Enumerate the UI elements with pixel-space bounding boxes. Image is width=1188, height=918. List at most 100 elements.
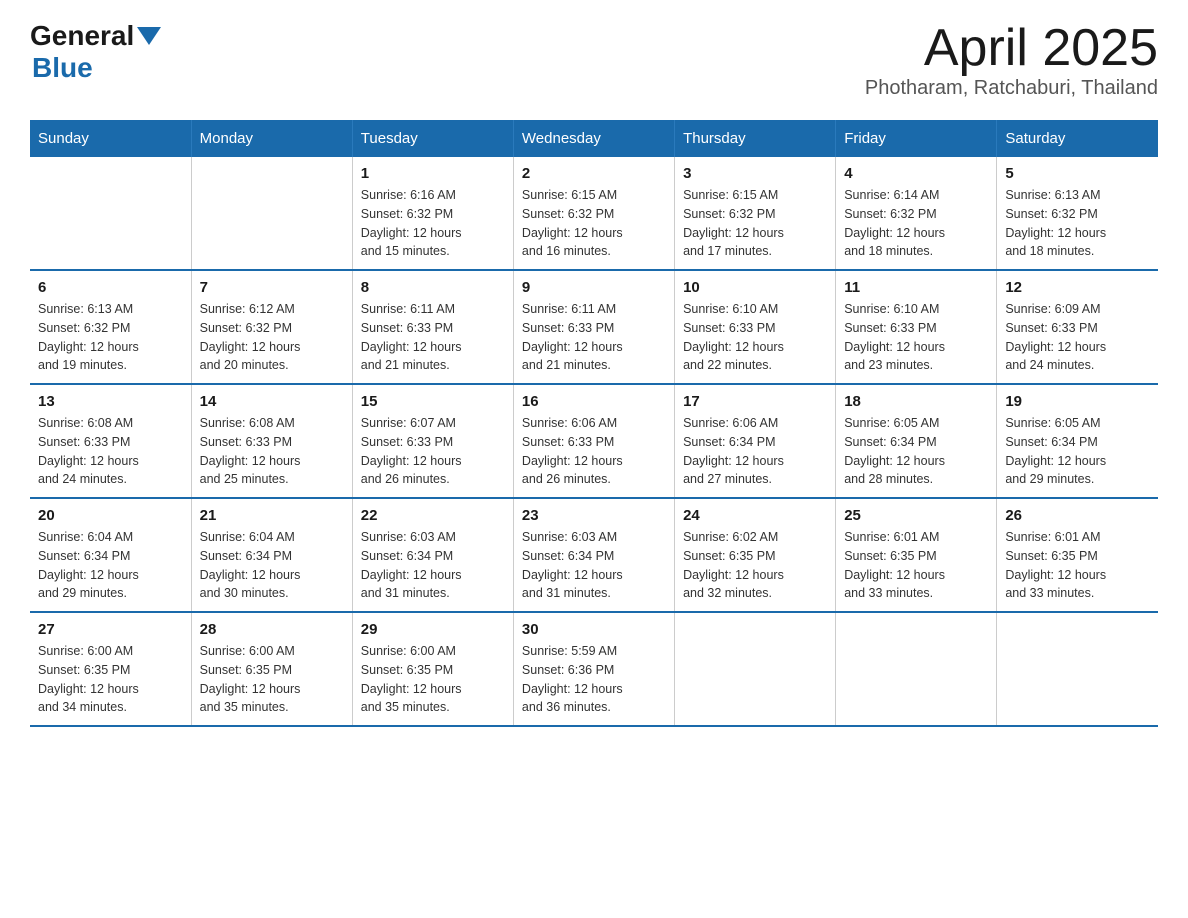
calendar-day-cell: 25 Sunrise: 6:01 AM Sunset: 6:35 PM Dayli… [836,498,997,612]
calendar-day-cell: 12 Sunrise: 6:09 AM Sunset: 6:33 PM Dayli… [997,270,1158,384]
calendar-day-cell: 10 Sunrise: 6:10 AM Sunset: 6:33 PM Dayli… [675,270,836,384]
calendar-day-cell: 26 Sunrise: 6:01 AM Sunset: 6:35 PM Dayli… [997,498,1158,612]
calendar-day-cell: 29Sunrise: 6:00 AM Sunset: 6:35 PM Dayli… [352,612,513,726]
col-friday: Friday [836,120,997,157]
day-info: Sunrise: 6:14 AM Sunset: 6:32 PM Dayligh… [844,186,988,261]
day-info: Sunrise: 6:00 AM Sunset: 6:35 PM Dayligh… [38,642,183,717]
day-info: Sunrise: 6:11 AM Sunset: 6:33 PM Dayligh… [361,300,505,375]
day-info: Sunrise: 6:15 AM Sunset: 6:32 PM Dayligh… [522,186,666,261]
day-info: Sunrise: 6:04 AM Sunset: 6:34 PM Dayligh… [38,528,183,603]
day-number: 3 [683,165,827,182]
day-number: 9 [522,279,666,296]
calendar-week-row: 1Sunrise: 6:16 AM Sunset: 6:32 PM Daylig… [30,157,1158,270]
calendar-day-cell [191,157,352,270]
day-info: Sunrise: 5:59 AM Sunset: 6:36 PM Dayligh… [522,642,666,717]
day-number: 14 [200,393,344,410]
day-number: 30 [522,621,666,638]
col-sunday: Sunday [30,120,191,157]
day-number: 20 [38,507,183,524]
day-number: 13 [38,393,183,410]
logo: General Blue [30,20,161,84]
day-info: Sunrise: 6:05 AM Sunset: 6:34 PM Dayligh… [844,414,988,489]
day-number: 11 [844,279,988,296]
calendar-day-cell: 17 Sunrise: 6:06 AM Sunset: 6:34 PM Dayli… [675,384,836,498]
title-block: April 2025 Photharam, Ratchaburi, Thaila… [865,20,1158,100]
calendar-day-cell: 2Sunrise: 6:15 AM Sunset: 6:32 PM Daylig… [513,157,674,270]
logo-general-text: General [30,20,134,52]
day-number: 21 [200,507,344,524]
day-info: Sunrise: 6:06 AM Sunset: 6:33 PM Dayligh… [522,414,666,489]
day-number: 10 [683,279,827,296]
col-monday: Monday [191,120,352,157]
day-info: Sunrise: 6:01 AM Sunset: 6:35 PM Dayligh… [1005,528,1150,603]
calendar-subtitle: Photharam, Ratchaburi, Thailand [865,77,1158,100]
calendar-day-cell: 22 Sunrise: 6:03 AM Sunset: 6:34 PM Dayli… [352,498,513,612]
calendar-day-cell: 6Sunrise: 6:13 AM Sunset: 6:32 PM Daylig… [30,270,191,384]
logo-blue-text: Blue [32,52,93,83]
calendar-day-cell: 13Sunrise: 6:08 AM Sunset: 6:33 PM Dayli… [30,384,191,498]
day-info: Sunrise: 6:13 AM Sunset: 6:32 PM Dayligh… [1005,186,1150,261]
col-thursday: Thursday [675,120,836,157]
day-number: 25 [844,507,988,524]
day-info: Sunrise: 6:04 AM Sunset: 6:34 PM Dayligh… [200,528,344,603]
calendar-day-cell: 4 Sunrise: 6:14 AM Sunset: 6:32 PM Daylig… [836,157,997,270]
day-info: Sunrise: 6:07 AM Sunset: 6:33 PM Dayligh… [361,414,505,489]
calendar-day-cell: 20 Sunrise: 6:04 AM Sunset: 6:34 PM Dayli… [30,498,191,612]
calendar-day-cell: 11 Sunrise: 6:10 AM Sunset: 6:33 PM Dayli… [836,270,997,384]
calendar-day-cell: 1Sunrise: 6:16 AM Sunset: 6:32 PM Daylig… [352,157,513,270]
page-header: General Blue April 2025 Photharam, Ratch… [30,20,1158,100]
day-number: 22 [361,507,505,524]
day-info: Sunrise: 6:10 AM Sunset: 6:33 PM Dayligh… [683,300,827,375]
calendar-week-row: 6Sunrise: 6:13 AM Sunset: 6:32 PM Daylig… [30,270,1158,384]
day-info: Sunrise: 6:01 AM Sunset: 6:35 PM Dayligh… [844,528,988,603]
day-info: Sunrise: 6:10 AM Sunset: 6:33 PM Dayligh… [844,300,988,375]
day-info: Sunrise: 6:03 AM Sunset: 6:34 PM Dayligh… [522,528,666,603]
day-info: Sunrise: 6:02 AM Sunset: 6:35 PM Dayligh… [683,528,827,603]
calendar-day-cell: 23 Sunrise: 6:03 AM Sunset: 6:34 PM Dayli… [513,498,674,612]
day-number: 24 [683,507,827,524]
calendar-day-cell: 24 Sunrise: 6:02 AM Sunset: 6:35 PM Dayli… [675,498,836,612]
calendar-day-cell: 3 Sunrise: 6:15 AM Sunset: 6:32 PM Daylig… [675,157,836,270]
day-info: Sunrise: 6:06 AM Sunset: 6:34 PM Dayligh… [683,414,827,489]
day-info: Sunrise: 6:11 AM Sunset: 6:33 PM Dayligh… [522,300,666,375]
calendar-day-cell: 18Sunrise: 6:05 AM Sunset: 6:34 PM Dayli… [836,384,997,498]
calendar-title: April 2025 [865,20,1158,77]
calendar-day-cell: 7Sunrise: 6:12 AM Sunset: 6:32 PM Daylig… [191,270,352,384]
day-number: 19 [1005,393,1150,410]
day-info: Sunrise: 6:13 AM Sunset: 6:32 PM Dayligh… [38,300,183,375]
calendar-day-cell: 27Sunrise: 6:00 AM Sunset: 6:35 PM Dayli… [30,612,191,726]
day-info: Sunrise: 6:00 AM Sunset: 6:35 PM Dayligh… [200,642,344,717]
logo-triangle-icon [137,27,161,45]
calendar-day-cell: 21 Sunrise: 6:04 AM Sunset: 6:34 PM Dayli… [191,498,352,612]
day-info: Sunrise: 6:03 AM Sunset: 6:34 PM Dayligh… [361,528,505,603]
calendar-day-cell: 30 Sunrise: 5:59 AM Sunset: 6:36 PM Dayli… [513,612,674,726]
day-info: Sunrise: 6:09 AM Sunset: 6:33 PM Dayligh… [1005,300,1150,375]
calendar-day-cell: 14 Sunrise: 6:08 AM Sunset: 6:33 PM Dayli… [191,384,352,498]
col-tuesday: Tuesday [352,120,513,157]
calendar-table: Sunday Monday Tuesday Wednesday Thursday… [30,120,1158,727]
day-info: Sunrise: 6:15 AM Sunset: 6:32 PM Dayligh… [683,186,827,261]
day-info: Sunrise: 6:05 AM Sunset: 6:34 PM Dayligh… [1005,414,1150,489]
calendar-day-cell: 5 Sunrise: 6:13 AM Sunset: 6:32 PM Daylig… [997,157,1158,270]
day-info: Sunrise: 6:12 AM Sunset: 6:32 PM Dayligh… [200,300,344,375]
day-number: 28 [200,621,344,638]
day-number: 12 [1005,279,1150,296]
day-number: 15 [361,393,505,410]
calendar-header-row: Sunday Monday Tuesday Wednesday Thursday… [30,120,1158,157]
calendar-day-cell: 8Sunrise: 6:11 AM Sunset: 6:33 PM Daylig… [352,270,513,384]
calendar-day-cell: 16 Sunrise: 6:06 AM Sunset: 6:33 PM Dayli… [513,384,674,498]
day-number: 17 [683,393,827,410]
day-number: 5 [1005,165,1150,182]
day-number: 29 [361,621,505,638]
day-number: 26 [1005,507,1150,524]
day-number: 23 [522,507,666,524]
day-number: 4 [844,165,988,182]
calendar-day-cell [836,612,997,726]
col-saturday: Saturday [997,120,1158,157]
calendar-week-row: 13 Sunrise: 6:08 AM Sunset: 6:33 PM Dayli… [30,384,1158,498]
day-info: Sunrise: 6:08 AM Sunset: 6:33 PM Dayligh… [200,414,344,489]
day-number: 16 [522,393,666,410]
calendar-week-row: 20 Sunrise: 6:04 AM Sunset: 6:34 PM Dayli… [30,498,1158,612]
calendar-week-row: 27Sunrise: 6:00 AM Sunset: 6:35 PM Dayli… [30,612,1158,726]
calendar-day-cell: 19 Sunrise: 6:05 AM Sunset: 6:34 PM Dayli… [997,384,1158,498]
